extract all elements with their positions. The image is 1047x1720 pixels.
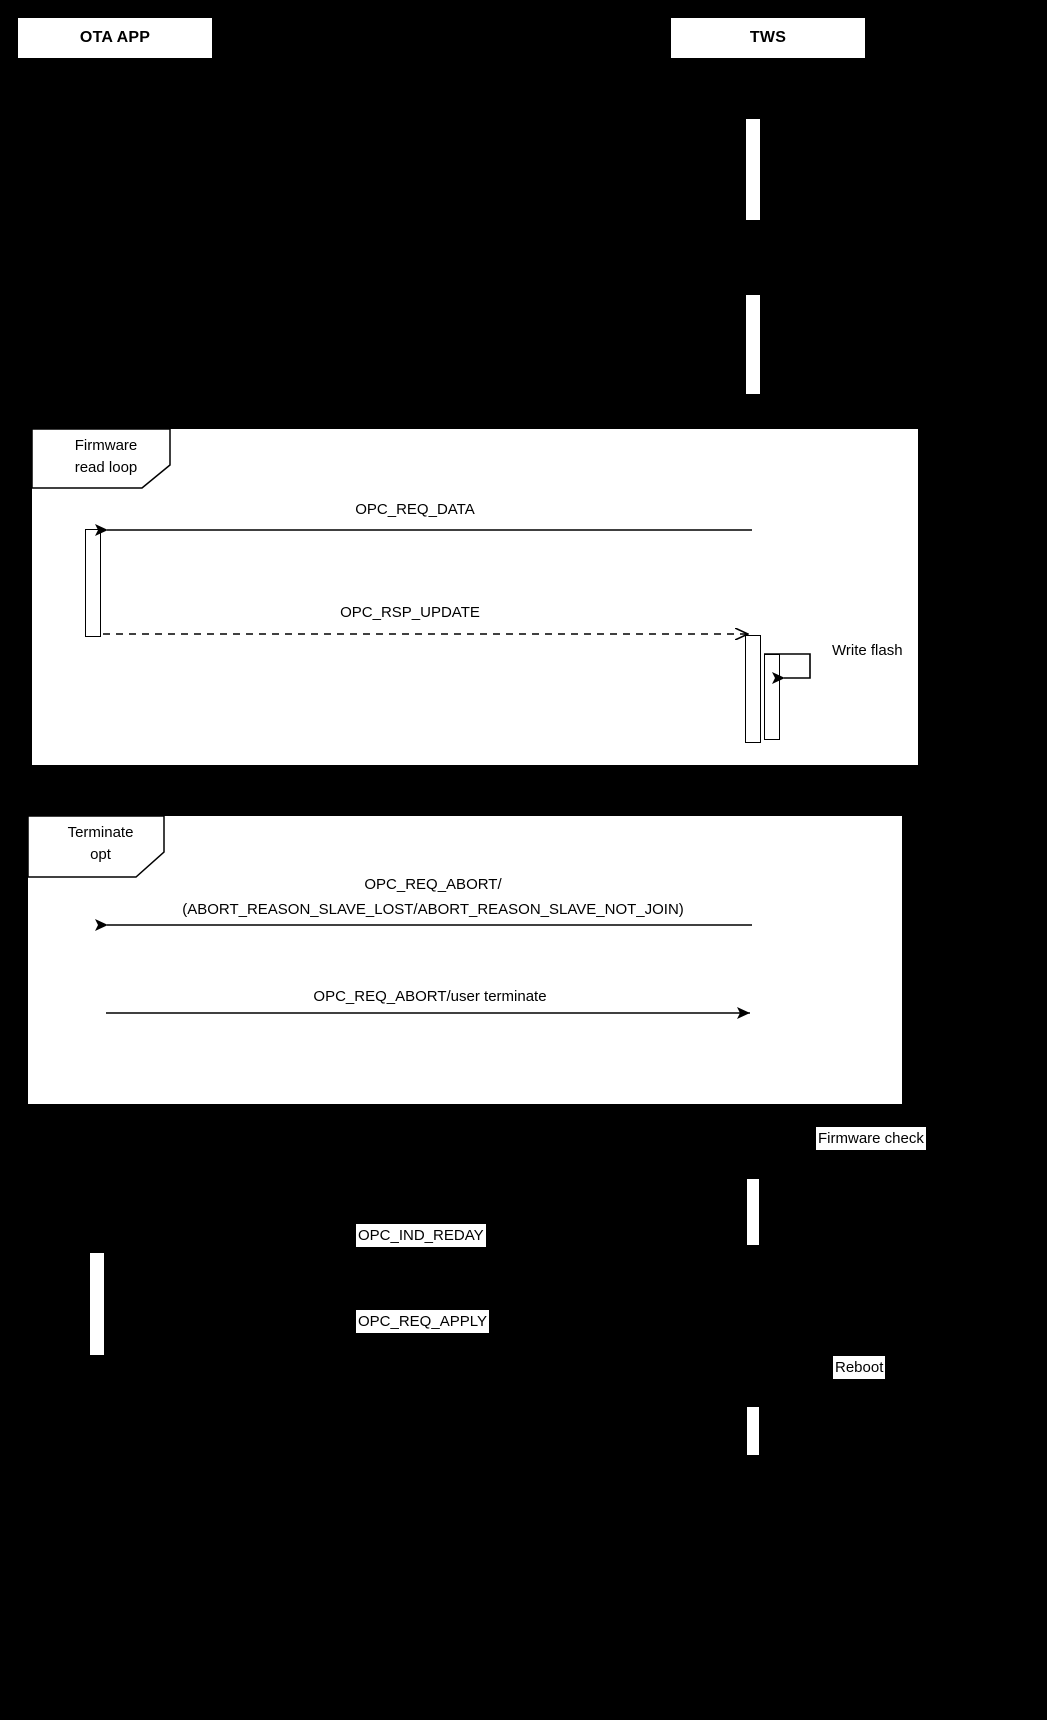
message-label-write-flash: Write flash <box>832 640 952 661</box>
activation-bar-tws-write <box>745 635 761 743</box>
activation-bar-tws-3 <box>746 1178 760 1246</box>
activation-bar-tws-1 <box>745 118 761 221</box>
message-label-opc-req-apply: OPC_REQ_APPLY <box>356 1310 489 1333</box>
lifeline-header-ota-app-label: OTA APP <box>79 29 151 46</box>
fragment-terminate-opt-label: Terminate opt <box>27 815 173 878</box>
message-label-opc-ind-reday: OPC_IND_REDAY <box>356 1224 486 1247</box>
fragment-label-line-2: opt <box>90 846 111 863</box>
activation-bar-tws-write-nested <box>764 654 780 740</box>
message-text-opc-ind-reday: OPC_IND_REDAY <box>358 1227 484 1244</box>
fragment-label-line-1: Firmware <box>74 437 138 454</box>
note-label-reboot: Reboot <box>833 1356 886 1379</box>
lifeline-header-tws-label: TWS <box>749 29 787 46</box>
message-text-opc-req-apply: OPC_REQ_APPLY <box>358 1313 487 1330</box>
lifeline-header-tws[interactable]: TWS <box>670 17 866 59</box>
note-label-firmware-check: Firmware check <box>816 1127 926 1150</box>
activation-bar-ota-app-read <box>85 529 101 637</box>
sequence-diagram: OTA APP TWS Firmware read loop OPC_REQ_D… <box>0 0 1047 1720</box>
message-label-opc-req-abort-user: OPC_REQ_ABORT/user terminate <box>180 986 680 1007</box>
message-text-opc-req-data: OPC_REQ_DATA <box>355 501 475 518</box>
message-label-opc-req-data: OPC_REQ_DATA <box>215 499 615 520</box>
lifeline-header-ota-app[interactable]: OTA APP <box>17 17 213 59</box>
message-text-write-flash: Write flash <box>832 642 903 659</box>
message-label-opc-req-abort-reason: OPC_REQ_ABORT/ (ABORT_REASON_SLAVE_LOST/… <box>118 872 748 922</box>
message-label-opc-rsp-update: OPC_RSP_UPDATE <box>210 602 610 623</box>
activation-bar-tws-4 <box>746 1406 760 1456</box>
note-text-firmware-check: Firmware check <box>818 1130 924 1147</box>
fragment-firmware-read-loop-label: Firmware read loop <box>31 428 180 489</box>
message-text-abort-line-1: OPC_REQ_ABORT/ <box>364 876 502 893</box>
note-text-reboot: Reboot <box>835 1359 884 1376</box>
activation-bar-tws-2 <box>745 294 761 395</box>
message-text-opc-rsp-update: OPC_RSP_UPDATE <box>340 604 480 621</box>
fragment-label-line-1: Terminate <box>67 824 134 841</box>
activation-bar-ota-app-1 <box>89 1252 105 1356</box>
fragment-label-line-2: read loop <box>74 459 138 476</box>
message-text-abort-user: OPC_REQ_ABORT/user terminate <box>313 988 547 1005</box>
message-text-abort-line-2: (ABORT_REASON_SLAVE_LOST/ABORT_REASON_SL… <box>182 901 684 918</box>
